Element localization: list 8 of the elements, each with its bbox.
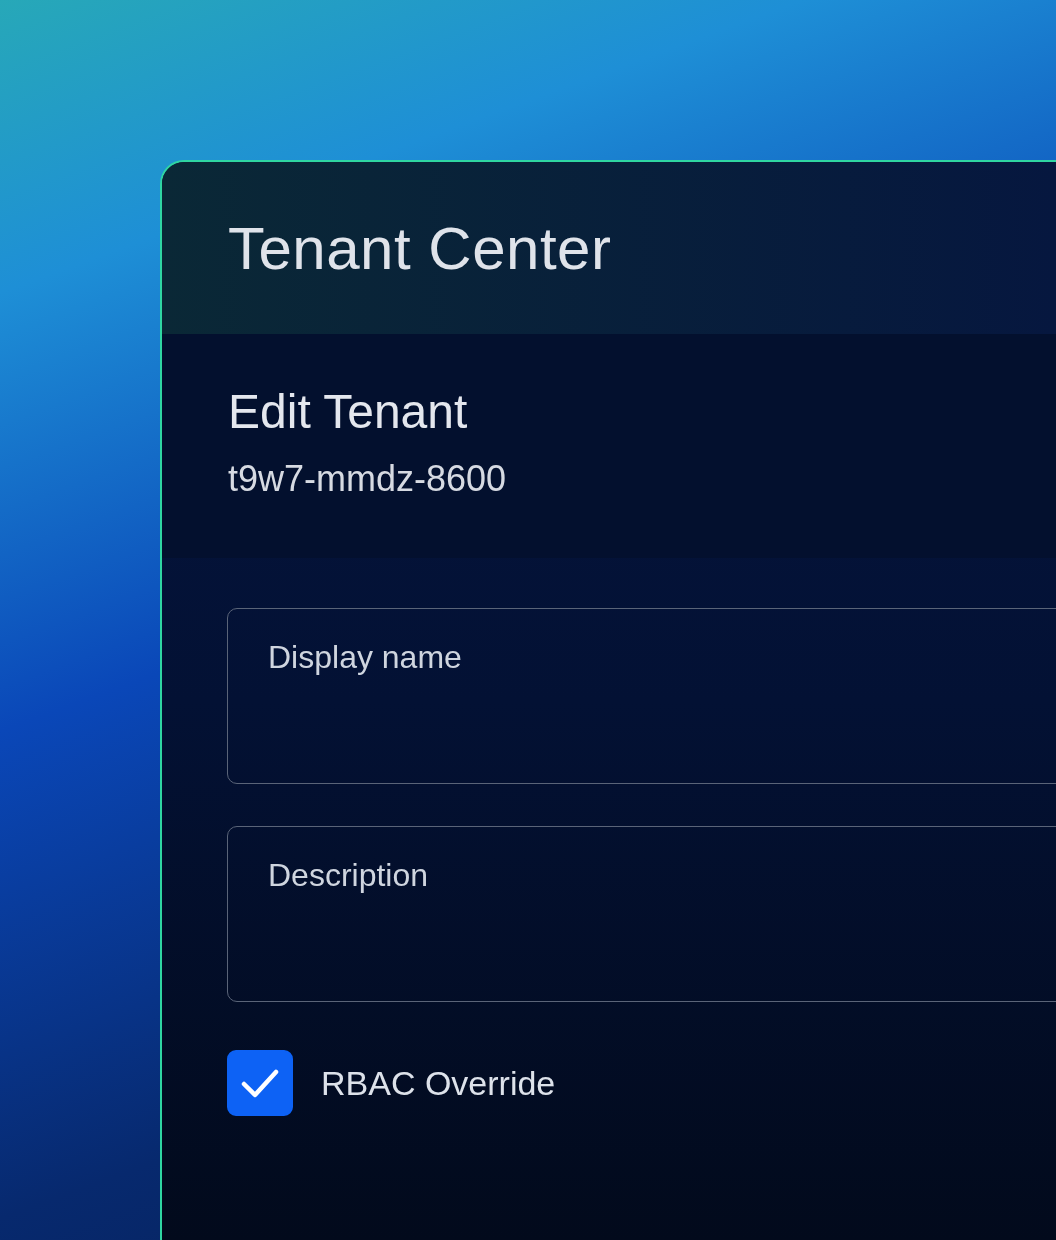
checkbox-label: RBAC Override (321, 1063, 556, 1103)
section-title: Edit Tenant (228, 384, 469, 440)
check-icon (241, 1069, 279, 1098)
input-field[interactable]: Description (227, 826, 1056, 1002)
tenant-id: t9w7-mmdz-8600 (228, 458, 508, 500)
checkbox[interactable] (227, 1050, 293, 1116)
input-field[interactable]: Display name (227, 608, 1056, 784)
window-title: Tenant Center (228, 213, 612, 283)
